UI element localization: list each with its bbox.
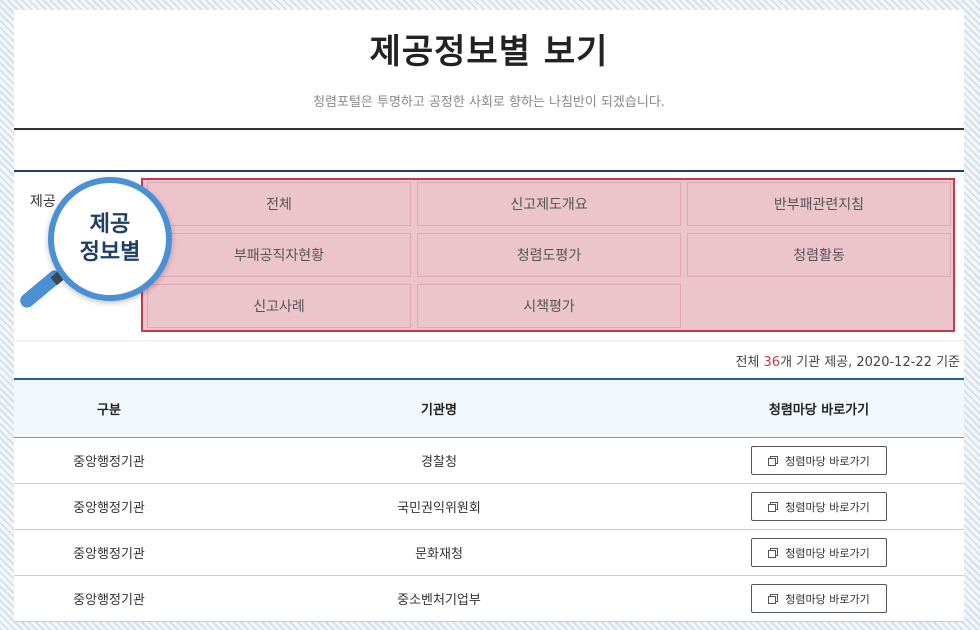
row-agency: 문화재청 [415, 547, 463, 562]
table-row: 중앙행정기관 경찰청 청렴마당 바로가기 [14, 438, 964, 484]
row-link-cell: 청렴마당 바로가기 [674, 484, 964, 529]
row-link-cell: 청렴마당 바로가기 [674, 438, 964, 483]
magnifier-badge-icon: 제공 정보별 [48, 177, 172, 301]
divider [14, 170, 964, 172]
category-tab-integrity-assessment[interactable]: 청렴도평가 [417, 233, 681, 277]
category-tab-corrupt-officials[interactable]: 부패공직자현황 [147, 233, 411, 277]
row-link-cell: 청렴마당 바로가기 [674, 530, 964, 575]
content-panel: 제공정보별 보기 청렴포털은 투명하고 공정한 사회로 향하는 나침반이 되겠습… [14, 10, 964, 622]
button-label: 청렴마당 바로가기 [785, 500, 870, 514]
go-integrity-portal-button[interactable]: 청렴마당 바로가기 [751, 538, 887, 567]
divider [14, 340, 964, 341]
document-icon [768, 547, 779, 558]
category-tab-anticorruption-guidelines[interactable]: 반부패관련지침 [687, 182, 951, 226]
row-agency: 경찰청 [421, 455, 457, 470]
document-icon [768, 501, 779, 512]
table-row: 중앙행정기관 문화재청 청렴마당 바로가기 [14, 530, 964, 576]
summary-suffix: 개 기관 제공, 2020-12-22 기준 [780, 355, 960, 370]
button-label: 청렴마당 바로가기 [785, 454, 870, 468]
category-tab-report-system[interactable]: 신고제도개요 [417, 182, 681, 226]
row-category: 중앙행정기관 [73, 455, 145, 470]
category-filter-grid: 전체 신고제도개요 반부패관련지침 부패공직자현황 청렴도평가 청렴활동 신고사… [141, 178, 955, 332]
button-label: 청렴마당 바로가기 [785, 546, 870, 560]
summary-prefix: 전체 [735, 355, 764, 370]
table-row: 중앙행정기관 국민권익위원회 청렴마당 바로가기 [14, 484, 964, 530]
category-tab-all[interactable]: 전체 [147, 182, 411, 226]
filter-label: 제공 [30, 194, 56, 210]
summary-text: 전체 36개 기관 제공, 2020-12-22 기준 [735, 351, 960, 370]
go-integrity-portal-button[interactable]: 청렴마당 바로가기 [751, 446, 887, 475]
agency-count: 36 [763, 355, 781, 370]
row-agency: 중소벤처기업부 [397, 593, 481, 608]
go-integrity-portal-button[interactable]: 청렴마당 바로가기 [751, 584, 887, 613]
column-header-category: 구분 [97, 403, 121, 418]
row-link-cell: 청렴마당 바로가기 [674, 576, 964, 621]
document-icon [768, 593, 779, 604]
row-category: 중앙행정기관 [73, 547, 145, 562]
button-label: 청렴마당 바로가기 [785, 592, 870, 606]
page-title: 제공정보별 보기 [369, 32, 609, 72]
row-agency: 국민권익위원회 [397, 501, 481, 516]
row-category: 중앙행정기관 [73, 593, 145, 608]
table-row: 중앙행정기관 중소벤처기업부 청렴마당 바로가기 [14, 576, 964, 622]
badge-line-2: 정보별 [79, 240, 141, 265]
row-category: 중앙행정기관 [73, 501, 145, 516]
divider [14, 128, 964, 130]
category-tab-report-cases[interactable]: 신고사례 [147, 284, 411, 328]
column-header-agency: 기관명 [421, 403, 457, 418]
go-integrity-portal-button[interactable]: 청렴마당 바로가기 [751, 492, 887, 521]
column-header-link: 청렴마당 바로가기 [768, 403, 870, 418]
page-subtitle: 청렴포털은 투명하고 공정한 사회로 향하는 나침반이 되겠습니다. [313, 95, 665, 110]
category-tab-policy-evaluation[interactable]: 시책평가 [417, 284, 681, 328]
document-icon [768, 455, 779, 466]
badge-line-1: 제공 [89, 212, 131, 237]
category-tab-integrity-activities[interactable]: 청렴활동 [687, 233, 951, 277]
table-header: 구분 기관명 청렴마당 바로가기 [14, 380, 964, 438]
